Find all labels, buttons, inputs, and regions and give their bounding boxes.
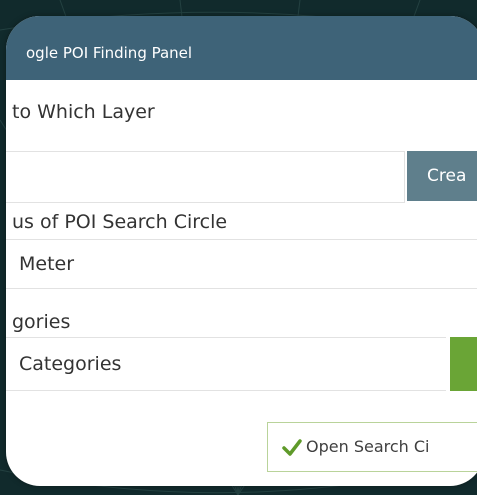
create-layer-button[interactable]: Crea (407, 151, 477, 201)
panel-title: ogle POI Finding Panel (26, 44, 193, 62)
categories-add-button[interactable] (450, 337, 477, 391)
layer-name-input[interactable] (6, 151, 405, 203)
radius-unit-select[interactable]: Meter (6, 239, 477, 289)
layer-label: to Which Layer (12, 101, 155, 123)
open-search-circle-label: Open Search Ci (306, 437, 430, 456)
categories-select[interactable]: Categories (6, 337, 446, 391)
radius-unit-value: Meter (19, 253, 75, 275)
checkmark-icon (282, 439, 302, 456)
open-search-circle-button[interactable]: Open Search Ci (267, 422, 477, 472)
categories-label: gories (12, 311, 71, 333)
radius-label: us of POI Search Circle (12, 211, 228, 233)
categories-value: Categories (19, 353, 122, 375)
panel-titlebar: ogle POI Finding Panel (6, 16, 477, 80)
poi-finding-panel: ogle POI Finding Panel to Which Layer Cr… (6, 16, 477, 486)
